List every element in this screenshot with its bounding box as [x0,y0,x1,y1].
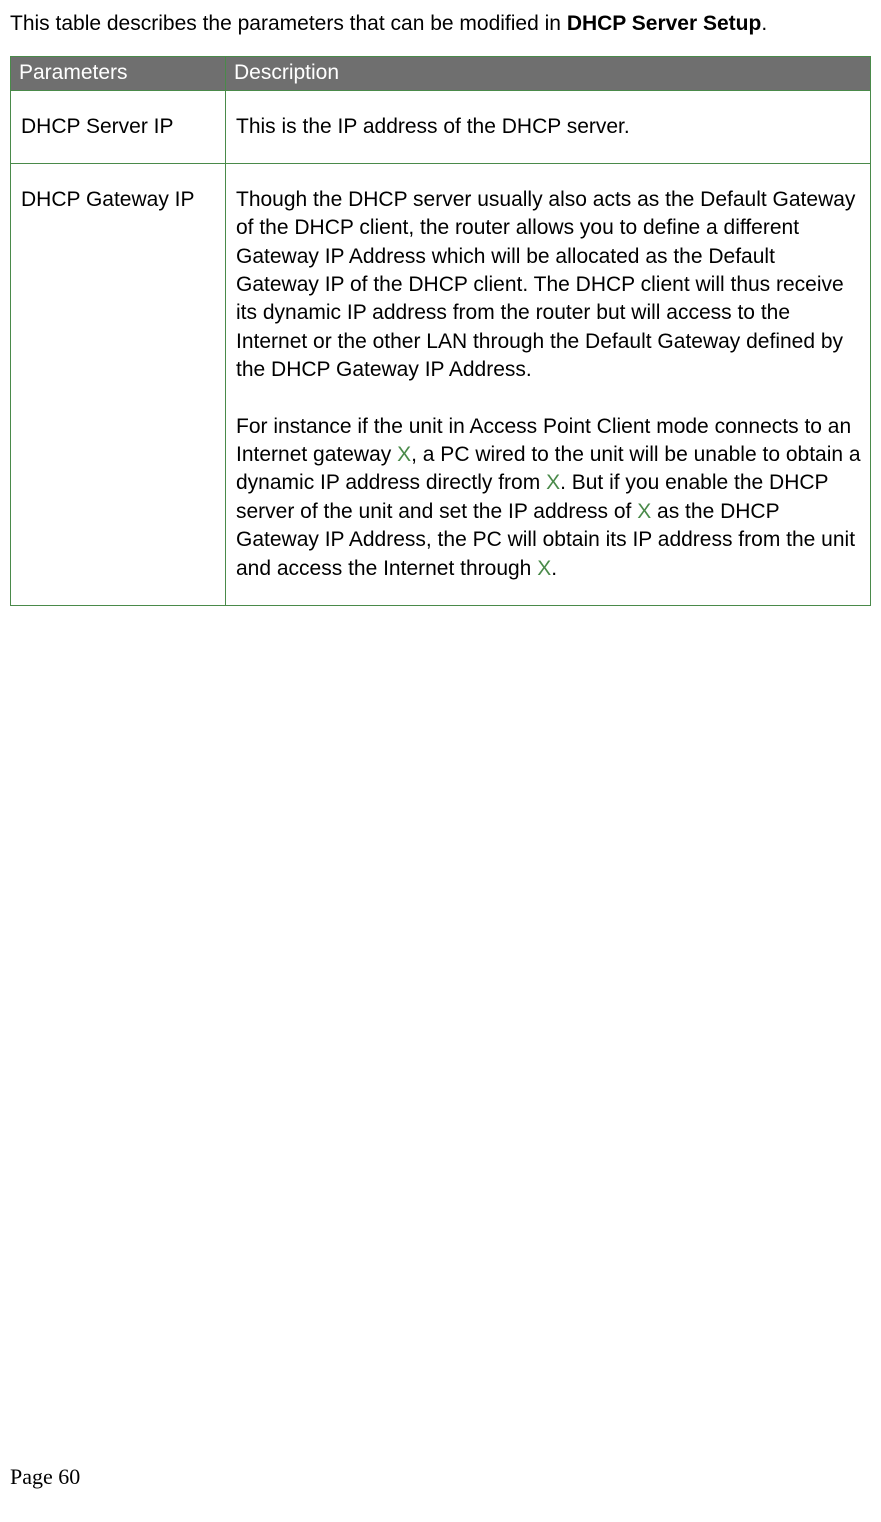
parameters-table: Parameters Description DHCP Server IP Th… [10,56,871,606]
table-row: DHCP Server IP This is the IP address of… [11,90,871,163]
x-letter: X [637,500,651,523]
intro-strong: DHCP Server Setup [567,12,762,35]
cell-param: DHCP Gateway IP [11,164,226,606]
desc-paragraph-2: For instance if the unit in Access Point… [236,413,862,583]
table-header-row: Parameters Description [11,57,871,90]
x-letter: X [397,443,411,466]
header-description: Description [226,57,871,90]
cell-desc: This is the IP address of the DHCP serve… [226,90,871,163]
cell-desc: Though the DHCP server usually also acts… [226,164,871,606]
intro-prefix: This table describes the parameters that… [10,12,567,35]
desc-paragraph-1: Though the DHCP server usually also acts… [236,186,862,384]
cell-param: DHCP Server IP [11,90,226,163]
table-row: DHCP Gateway IP Though the DHCP server u… [11,164,871,606]
intro-suffix: . [761,12,767,35]
page-number: Page 60 [10,1462,80,1492]
x-letter: X [537,557,551,580]
x-letter: X [546,471,560,494]
text-segment: . [551,557,557,580]
header-parameters: Parameters [11,57,226,90]
intro-text: This table describes the parameters that… [10,10,871,38]
